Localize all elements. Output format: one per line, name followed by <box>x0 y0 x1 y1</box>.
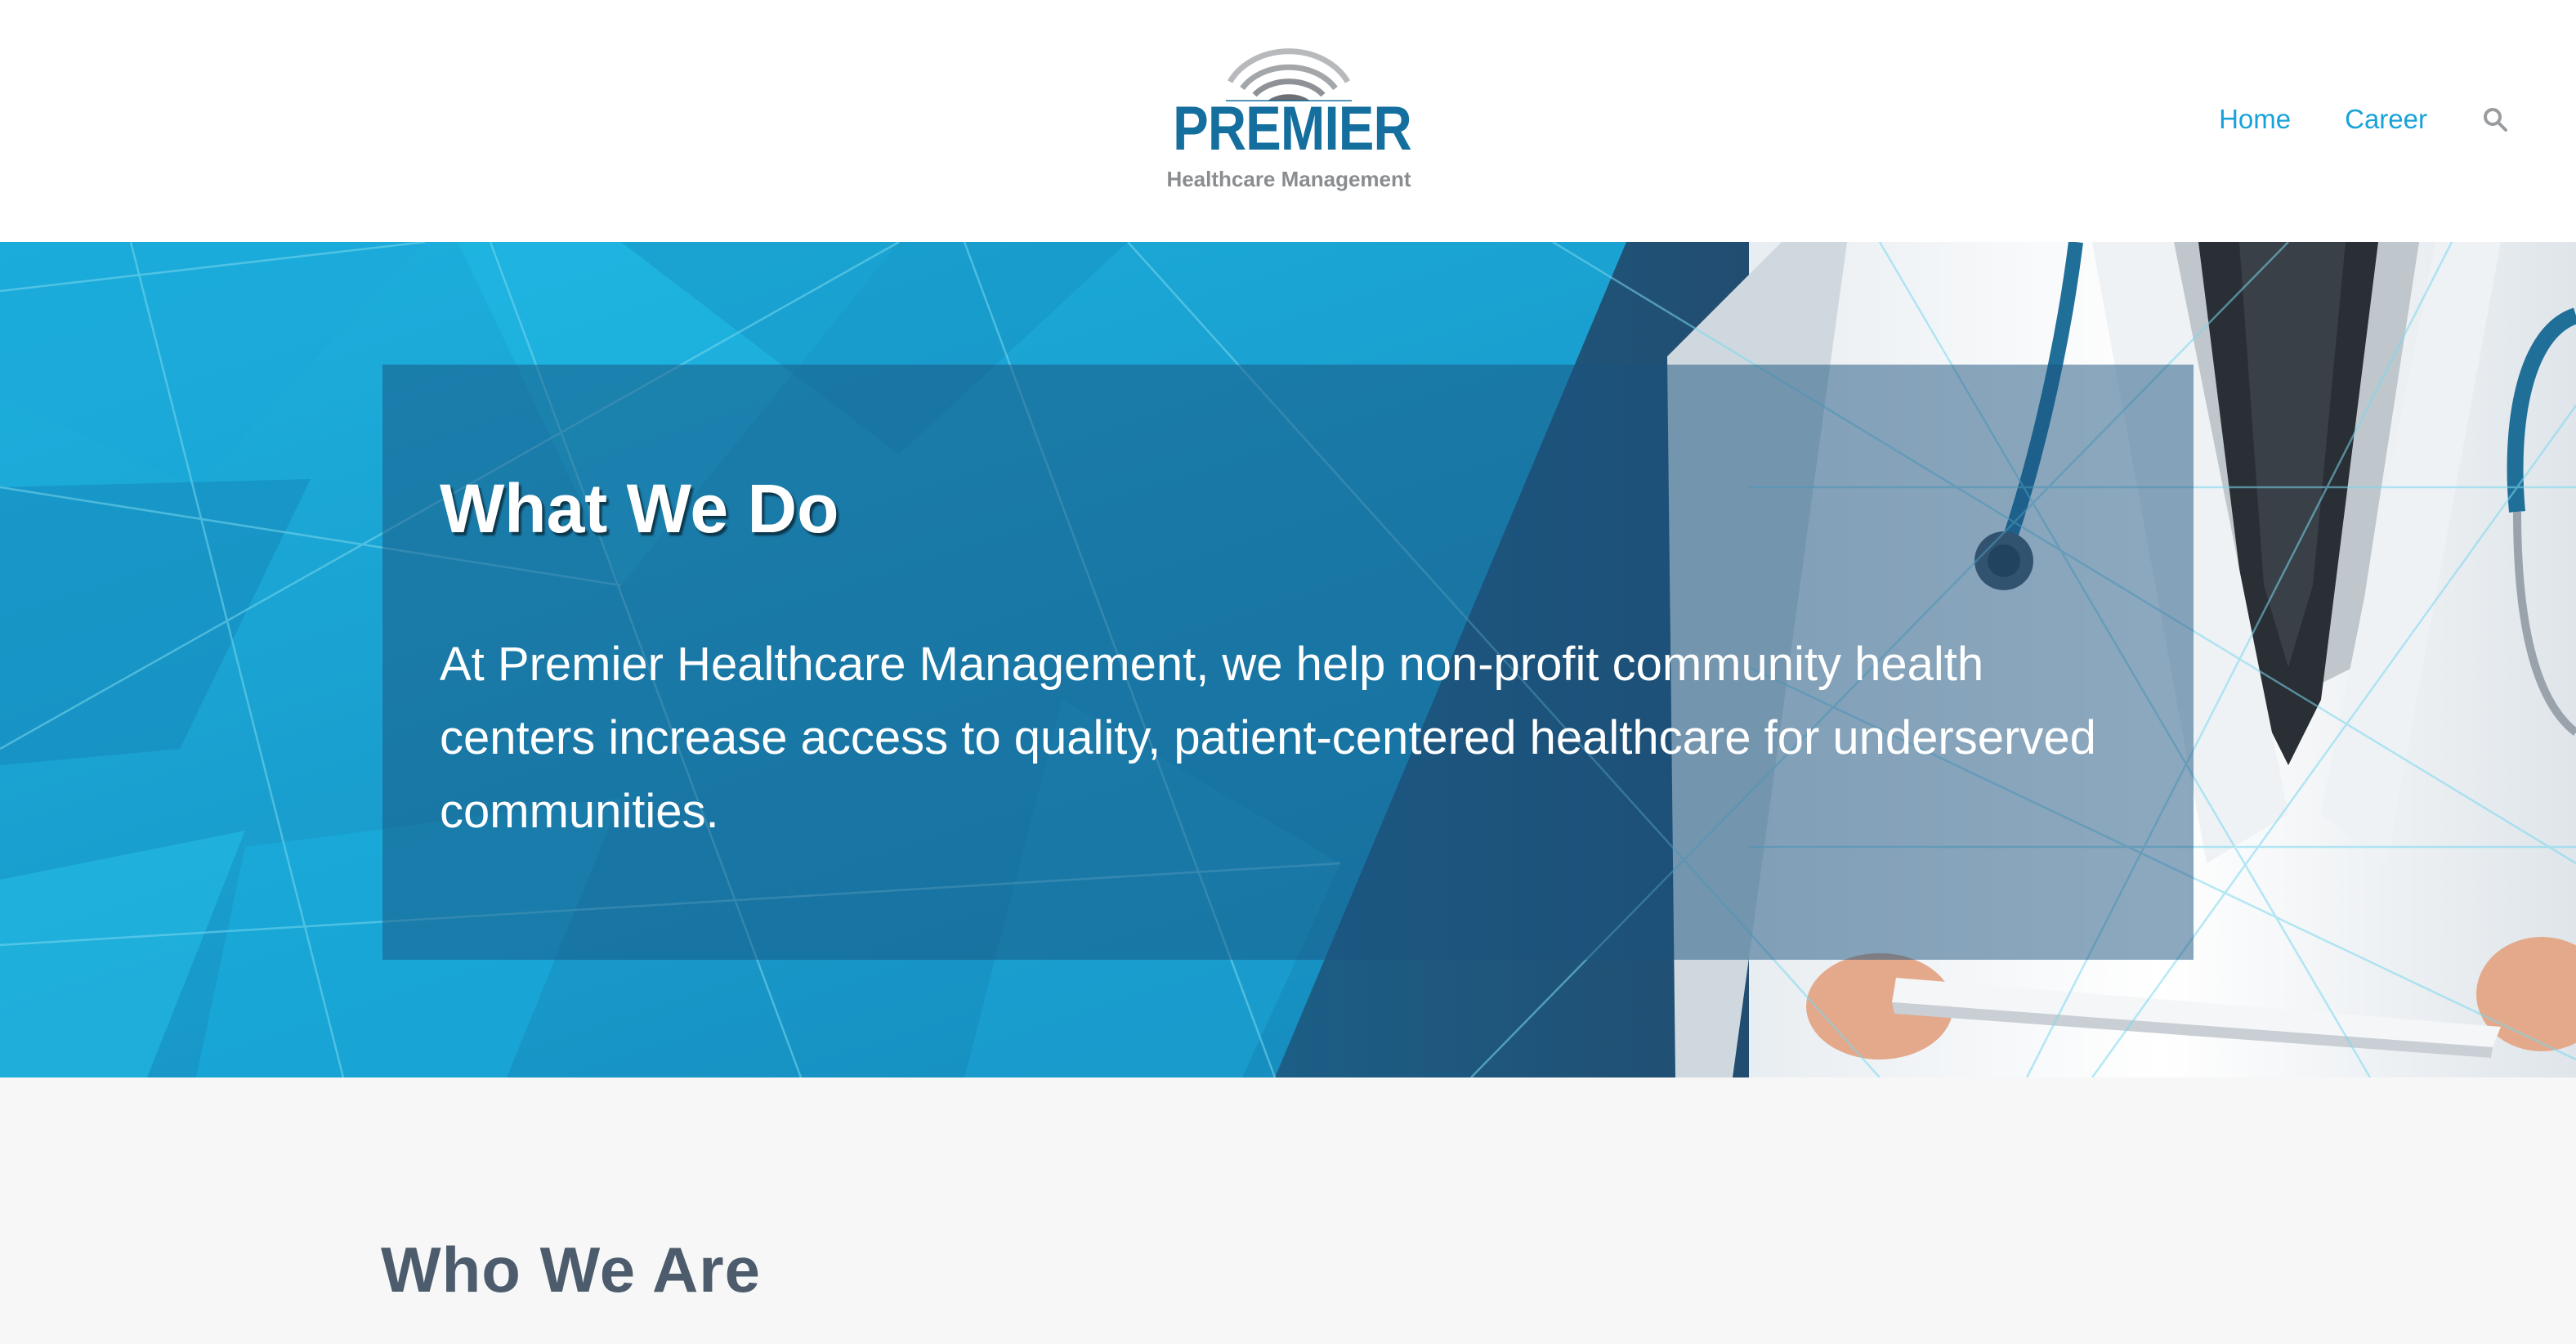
hero-title: What We Do <box>440 470 839 547</box>
hero-banner: What We Do At Premier Healthcare Managem… <box>0 242 2576 1077</box>
hero-content-box: What We Do At Premier Healthcare Managem… <box>382 365 2194 960</box>
who-we-are-section: Who We Are <box>0 1077 2576 1344</box>
main-nav: Home Career <box>2219 101 2509 137</box>
hero-description: At Premier Healthcare Management, we hel… <box>440 638 2096 838</box>
site-header: PREMIER Healthcare Management Home Caree… <box>0 0 2576 242</box>
site-logo[interactable]: PREMIER Healthcare Management <box>1154 36 1424 199</box>
search-icon[interactable] <box>2481 105 2509 133</box>
logo-tagline: Healthcare Management <box>1166 167 1411 191</box>
logo-dome-icon <box>1226 48 1352 101</box>
nav-career-link[interactable]: Career <box>2345 101 2427 137</box>
logo-wordmark: PREMIER <box>1173 94 1412 164</box>
section-title: Who We Are <box>381 1234 762 1306</box>
nav-home-link[interactable]: Home <box>2219 101 2291 137</box>
